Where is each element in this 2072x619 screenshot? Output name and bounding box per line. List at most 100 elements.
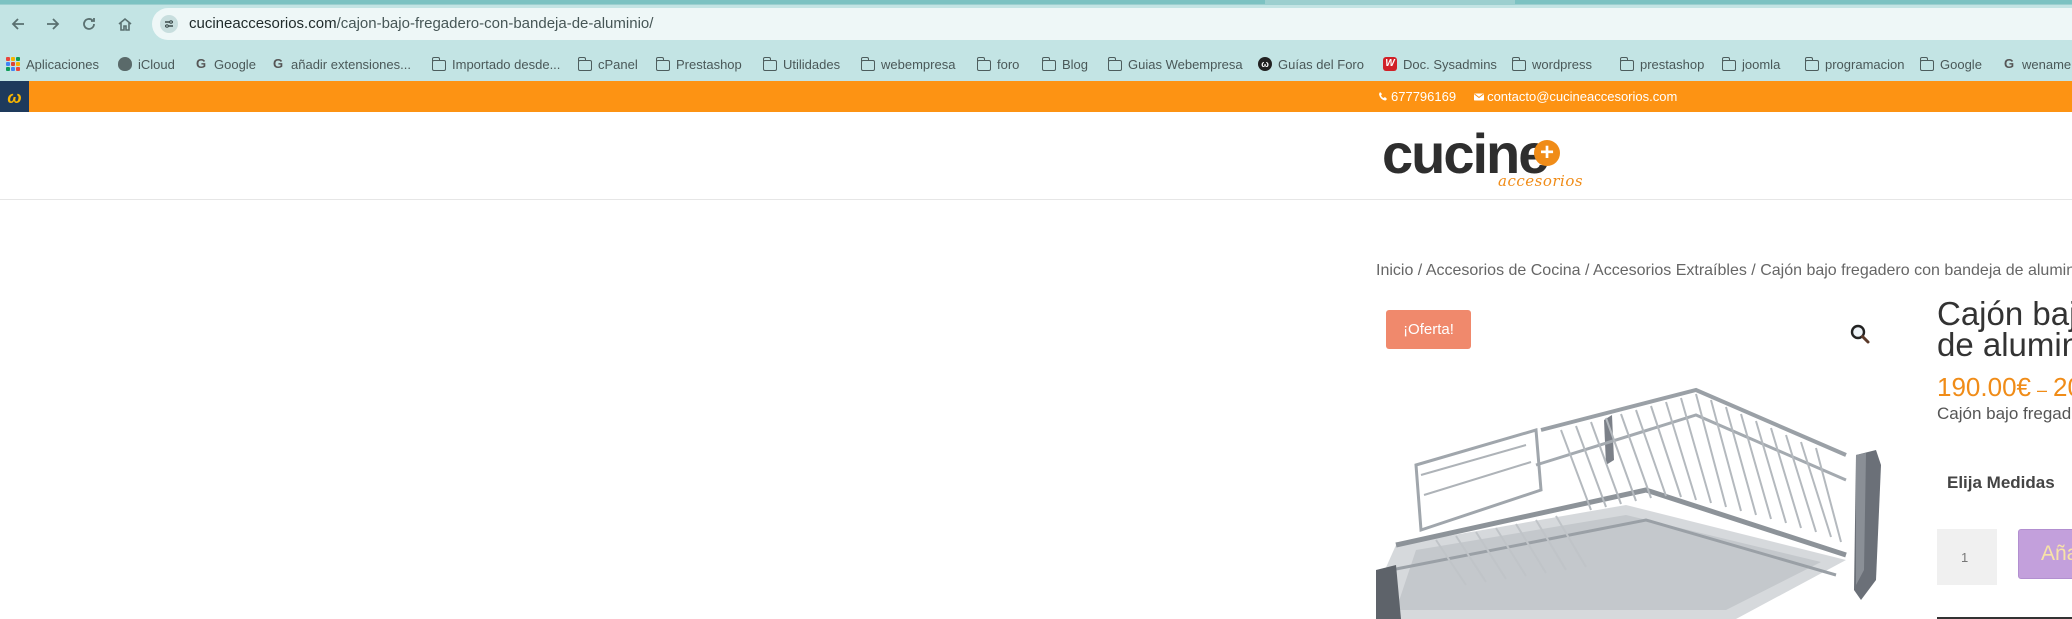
- price-to: 20: [2053, 372, 2072, 402]
- dish-rack-drawer-image: [1376, 387, 1881, 619]
- logo-subtitle: accesorios: [1498, 172, 1584, 190]
- google-icon: G: [195, 56, 207, 71]
- bookmark-label: iCloud: [138, 56, 175, 72]
- site-logo[interactable]: cucine + accesorios: [1382, 124, 1584, 194]
- add-to-cart-button[interactable]: Aña: [2018, 529, 2072, 579]
- folder-icon: [1804, 56, 1819, 71]
- breadcrumb-home[interactable]: Inicio: [1376, 262, 1413, 279]
- email-address: contacto@cucineaccesorios.com: [1487, 89, 1678, 104]
- address-bar[interactable]: cucineaccesorios.com/cajon-bajo-fregader…: [152, 8, 2072, 40]
- bookmark-label: Aplicaciones: [26, 56, 99, 72]
- bookmark-item[interactable]: webempresa: [860, 53, 955, 75]
- arrow-left-icon: [11, 18, 24, 30]
- home-icon: [118, 17, 132, 31]
- bookmark-item[interactable]: Importado desde...: [431, 53, 561, 75]
- bookmark-item[interactable]: Prestashop: [655, 53, 742, 75]
- bookmark-label: joomla: [1742, 56, 1781, 72]
- breadcrumb-separator: /: [1580, 262, 1594, 279]
- bookmark-item[interactable]: cPanel: [577, 53, 638, 75]
- bookmark-label: Google: [1940, 56, 1982, 72]
- bookmark-label: prestashop: [1640, 56, 1705, 72]
- product-title-line: Cajón baj: [1937, 295, 2072, 332]
- forward-button[interactable]: [42, 13, 64, 35]
- quantity-input[interactable]: [1937, 529, 1997, 585]
- folder-icon: [860, 56, 875, 71]
- bookmark-label: Guías del Foro: [1278, 56, 1364, 72]
- url-text[interactable]: cucineaccesorios.com/cajon-bajo-fregader…: [189, 15, 653, 32]
- bookmark-label: foro: [997, 56, 1020, 72]
- price-range: 190.00€–20: [1937, 372, 2072, 403]
- bookmark-item[interactable]: Gwename: [2002, 53, 2071, 75]
- bookmark-item[interactable]: joomla: [1721, 53, 1781, 75]
- folder-icon: [655, 56, 670, 71]
- arrow-right-icon: [47, 18, 60, 30]
- bookmark-item[interactable]: Google: [1919, 53, 1982, 75]
- price-separator: –: [2036, 380, 2047, 400]
- home-button[interactable]: [114, 13, 136, 35]
- bookmark-item[interactable]: Aplicaciones: [6, 53, 99, 75]
- bookmark-item[interactable]: G Google: [194, 53, 256, 75]
- bookmark-item[interactable]: iCloud: [118, 53, 175, 75]
- folder-icon: [976, 56, 991, 71]
- back-button[interactable]: [7, 13, 29, 35]
- breadcrumb-current: Cajón bajo fregadero con bandeja de alum…: [1760, 262, 2072, 279]
- breadcrumb-accesorios-cocina[interactable]: Accesorios de Cocina: [1426, 262, 1581, 279]
- bookmark-item[interactable]: foro: [976, 53, 1020, 75]
- breadcrumb: Inicio / Accesorios de Cocina / Accesori…: [1376, 262, 2072, 280]
- folder-icon: [577, 56, 592, 71]
- folder-icon: [1041, 56, 1056, 71]
- bookmark-item[interactable]: wordpress: [1511, 53, 1592, 75]
- bookmark-label: añadir extensiones...: [291, 56, 411, 72]
- bookmark-label: Doc. Sysadmins: [1403, 56, 1497, 72]
- contact-info: 677796169 contacto@cucineaccesorios.com: [1378, 81, 1695, 112]
- apple-icon: [118, 57, 132, 71]
- mail-icon: [1474, 93, 1485, 100]
- bookmark-item[interactable]: Gañadir extensiones...: [271, 53, 411, 75]
- bookmark-label: programacion: [1825, 56, 1905, 72]
- bookmark-item[interactable]: prestashop: [1619, 53, 1705, 75]
- site-header: [0, 112, 2072, 200]
- site-topbar: [0, 81, 2072, 112]
- folder-icon: [1721, 56, 1736, 71]
- bookmark-label: wename: [2022, 56, 2072, 72]
- price-from: 190.00€: [1937, 372, 2031, 402]
- breadcrumb-separator: /: [1746, 262, 1761, 279]
- bookmark-label: Google: [214, 56, 256, 72]
- zoom-button[interactable]: [1849, 323, 1871, 345]
- breadcrumb-accesorios-extraibles[interactable]: Accesorios Extraíbles: [1593, 262, 1747, 279]
- magnifier-icon: [1850, 324, 1870, 344]
- bookmark-item[interactable]: Blog: [1041, 53, 1088, 75]
- bookmark-label: cPanel: [598, 56, 638, 72]
- google-icon: G: [272, 56, 284, 71]
- product-image[interactable]: [1376, 370, 1896, 619]
- bookmark-item[interactable]: W Doc. Sysadmins: [1383, 53, 1497, 75]
- phone-number: 677796169: [1391, 89, 1457, 104]
- apps-grid-icon: [6, 57, 20, 71]
- folder-icon: [1107, 56, 1122, 71]
- reload-icon: [83, 18, 95, 30]
- sale-badge: ¡Oferta!: [1386, 310, 1471, 349]
- bookmark-item[interactable]: ω Guías del Foro: [1258, 53, 1364, 75]
- bookmark-label: wordpress: [1532, 56, 1592, 72]
- bookmark-item[interactable]: Guias Webempresa: [1107, 53, 1243, 75]
- bookmark-item[interactable]: programacion: [1804, 53, 1905, 75]
- phone-icon: [1379, 91, 1387, 100]
- product-title: Cajón baj de alumin: [1937, 295, 2072, 363]
- url-path: /cajon-bajo-fregadero-con-bandeja-de-alu…: [336, 15, 654, 32]
- breadcrumb-separator: /: [1413, 262, 1426, 279]
- site-info-icon[interactable]: [160, 15, 178, 33]
- email-link[interactable]: contacto@cucineaccesorios.com: [1474, 89, 1677, 104]
- phone-link[interactable]: 677796169: [1378, 89, 1456, 104]
- browser-chrome: cucineaccesorios.com/cajon-bajo-fregader…: [0, 0, 2072, 81]
- tab-highlight: [0, 0, 1265, 4]
- bookmark-label: Utilidades: [783, 56, 841, 72]
- reload-button[interactable]: [78, 13, 100, 35]
- bookmarks-bar: Aplicaciones iCloud G Google Gañadir extensi…: [0, 53, 2072, 75]
- product-title-line: de alumin: [1937, 326, 2072, 363]
- bookmark-item[interactable]: Utilidades: [762, 53, 841, 75]
- w-red-icon: W: [1383, 57, 1397, 71]
- bookmark-label: Importado desde...: [452, 56, 561, 72]
- folder-icon: [1511, 56, 1526, 71]
- tab-strip: [0, 0, 2072, 5]
- webempresa-icon: ω: [1258, 57, 1272, 71]
